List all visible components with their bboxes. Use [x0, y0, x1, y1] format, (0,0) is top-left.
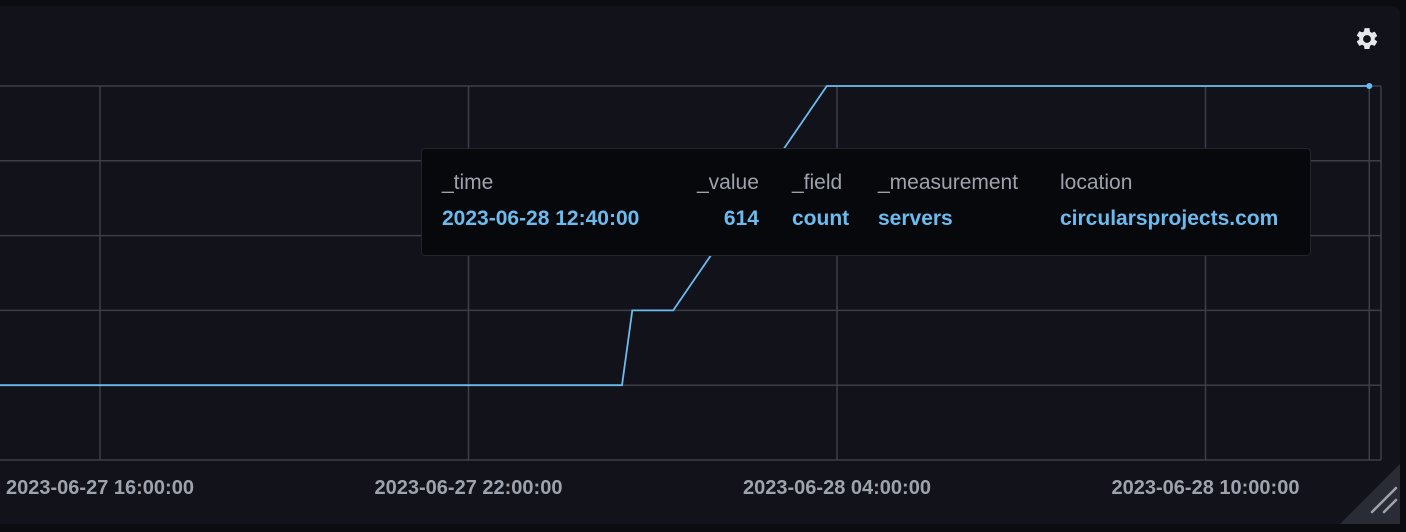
- resize-handle-icon[interactable]: [1340, 464, 1400, 524]
- tooltip-column-time: _time 2023-06-28 12:40:00: [442, 171, 639, 231]
- x-tick-label: 2023-06-28 04:00:00: [743, 477, 931, 499]
- tooltip-header: _measurement: [878, 171, 1019, 194]
- tooltip-value: 614: [723, 207, 759, 230]
- x-tick-label: 2023-06-28 10:00:00: [1112, 477, 1300, 499]
- x-tick-label: 2023-06-27 22:00:00: [375, 477, 563, 499]
- tooltip-header: _field: [792, 171, 843, 194]
- gear-icon[interactable]: [1354, 26, 1380, 52]
- chart-grid: [0, 85, 1382, 461]
- tooltip-column-field: _field count: [792, 171, 849, 231]
- x-axis-ticks: 2023-06-27 16:00:00 2023-06-27 22:00:00 20…: [6, 477, 1299, 499]
- tooltip-value: servers: [878, 207, 953, 230]
- tooltip-column-location: location circularsprojects.com: [1060, 171, 1278, 231]
- tooltip-header: location: [1060, 171, 1133, 194]
- x-tick-label: 2023-06-27 16:00:00: [6, 477, 194, 499]
- tooltip-column-measurement: _measurement servers: [878, 171, 1018, 231]
- tooltip-value: 2023-06-28 12:40:00: [442, 207, 640, 230]
- tooltip-value: count: [792, 207, 850, 230]
- tooltip-header: _time: [442, 171, 494, 194]
- tooltip-value: circularsprojects.com: [1060, 207, 1279, 230]
- line-chart: 2023-06-27 16:00:00 2023-06-27 22:00:00 20…: [0, 83, 1382, 499]
- data-tooltip: _time 2023-06-28 12:40:00 _value 614 _fi…: [421, 148, 1311, 256]
- tooltip-column-value: _value 614: [697, 171, 759, 231]
- tooltip-header: _value: [697, 171, 759, 194]
- highlight-point: [1366, 83, 1373, 89]
